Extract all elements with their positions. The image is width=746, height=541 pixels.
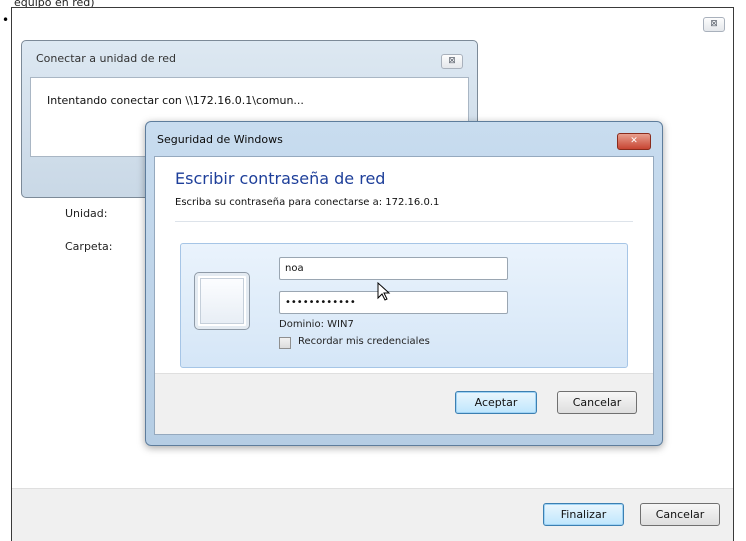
finish-button[interactable]: Finalizar (543, 503, 624, 526)
security-dialog-body: Escribir contraseña de red Escriba su co… (154, 156, 654, 435)
username-field[interactable] (279, 257, 508, 280)
dialog-subheading: Escriba su contraseña para conectarse a:… (175, 197, 440, 208)
folder-label: Carpeta: (65, 240, 113, 253)
remember-credentials-label: Recordar mis credenciales (298, 336, 430, 347)
connect-dialog-title: Conectar a unidad de red (36, 52, 176, 65)
separator (175, 221, 633, 222)
security-dialog-button-bar: Aceptar Cancelar (155, 373, 653, 434)
accept-button[interactable]: Aceptar (455, 391, 537, 414)
credential-tile[interactable]: Dominio: WIN7 Recordar mis credenciales (180, 243, 628, 368)
wizard-cancel-button[interactable]: Cancelar (640, 503, 720, 526)
security-dialog-title: Seguridad de Windows (157, 133, 283, 146)
connect-close-button[interactable]: ⊠ (441, 54, 463, 69)
mouse-cursor-icon (377, 282, 391, 301)
password-field[interactable] (279, 291, 508, 314)
user-picture-frame (200, 278, 244, 324)
wizard-button-bar: Finalizar Cancelar (12, 488, 733, 541)
main-close-button[interactable]: ⊠ (703, 17, 725, 32)
remember-credentials-checkbox[interactable] (279, 337, 291, 349)
list-bullet: • (2, 13, 10, 27)
domain-label: Dominio: WIN7 (279, 319, 354, 330)
connect-status-message: Intentando conectar con \\172.16.0.1\com… (47, 94, 304, 107)
dialog-heading: Escribir contraseña de red (175, 169, 386, 188)
drive-label: Unidad: (65, 207, 108, 220)
windows-security-dialog: Seguridad de Windows ✕ Escribir contrase… (145, 121, 663, 446)
close-icon[interactable]: ✕ (617, 133, 651, 150)
user-picture-icon (194, 272, 250, 330)
security-cancel-button[interactable]: Cancelar (557, 391, 637, 414)
